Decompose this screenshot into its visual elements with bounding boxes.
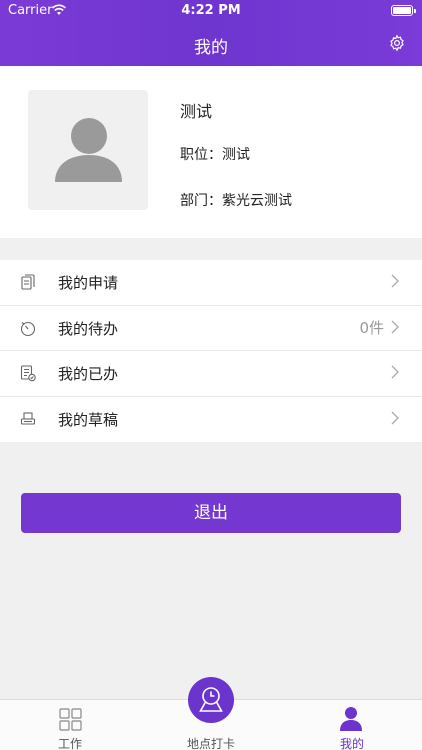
menu-item-todo[interactable]: 我的待办 0件 <box>0 306 422 351</box>
chevron-right-icon <box>391 365 399 379</box>
location-clock-button[interactable] <box>188 677 234 723</box>
user-silhouette-icon <box>55 118 122 182</box>
location-clock-icon <box>199 687 223 712</box>
profile-department: 部门：紫光云测试 <box>180 190 292 210</box>
tab-work[interactable]: 工作 <box>0 700 140 750</box>
person-icon <box>340 707 362 731</box>
menu-item-label: 我的申请 <box>58 274 119 292</box>
profile-card: 测试 职位：测试 部门：紫光云测试 <box>0 66 422 238</box>
profile-position: 职位：测试 <box>180 144 250 164</box>
menu-item-label: 我的待办 <box>58 319 119 338</box>
chevron-right-icon <box>391 274 399 288</box>
gear-icon[interactable] <box>388 34 406 52</box>
page-title: 我的 <box>194 38 228 58</box>
chevron-right-icon <box>391 411 399 424</box>
avatar <box>28 90 148 210</box>
application-icon <box>21 274 35 290</box>
menu-list: 我的申请 我的待办 0件 我的已办 我的草稿 <box>0 260 422 442</box>
position-value: 测试 <box>222 147 250 163</box>
tab-mine[interactable]: 我的 <box>282 700 422 750</box>
logout-button[interactable]: 退出 <box>21 493 401 533</box>
department-label: 部门： <box>180 193 222 209</box>
tab-label: 我的 <box>339 737 364 750</box>
menu-item-done[interactable]: 我的已办 <box>0 351 422 397</box>
tab-label: 地点打卡 <box>186 737 235 750</box>
profile-name: 测试 <box>180 102 213 121</box>
menu-item-label: 我的已办 <box>58 365 119 383</box>
done-document-icon <box>20 365 36 382</box>
menu-item-drafts[interactable]: 我的草稿 <box>0 397 422 443</box>
grid-icon <box>59 708 82 731</box>
status-time: 4:22 PM <box>181 3 241 18</box>
tab-label: 工作 <box>57 737 82 750</box>
department-value: 紫光云测试 <box>222 193 292 209</box>
draft-printer-icon <box>20 411 36 425</box>
menu-item-applications[interactable]: 我的申请 <box>0 260 422 306</box>
timer-icon <box>20 321 36 336</box>
chevron-right-icon <box>391 320 399 333</box>
position-label: 职位： <box>180 147 222 163</box>
menu-item-label: 我的草稿 <box>58 410 119 429</box>
nav-header: Carrier 4:22 PM 我的 <box>0 0 422 66</box>
status-bar: Carrier 4:22 PM <box>0 0 422 22</box>
menu-item-count: 0件 <box>359 318 384 337</box>
battery-icon <box>391 5 416 16</box>
